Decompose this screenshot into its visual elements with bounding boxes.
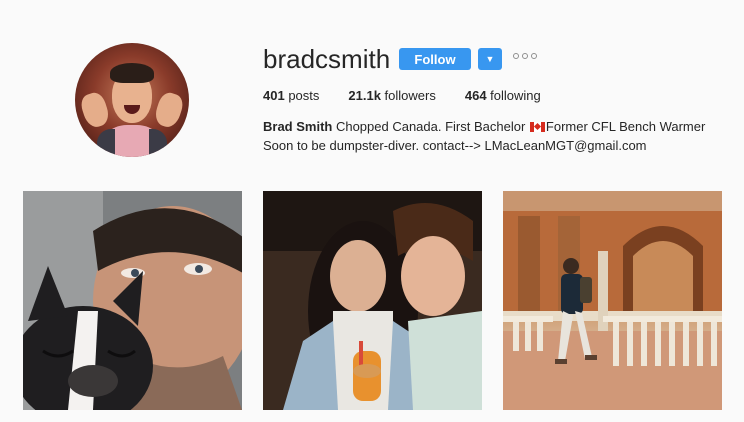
profile-bio: Brad Smith Chopped Canada. First Bachelo…	[263, 117, 723, 155]
avatar-vest-left	[97, 129, 115, 157]
more-dot	[513, 53, 519, 59]
post-3-image	[503, 191, 722, 410]
avatar-hand-left	[78, 90, 112, 130]
stat-followers[interactable]: 21.1k followers	[348, 88, 435, 103]
followers-count[interactable]: 21.1k	[348, 88, 381, 103]
bio-name: Brad Smith	[263, 119, 333, 134]
profile-username: bradcsmith	[263, 44, 391, 74]
bio-text-start: Chopped Canada. First Bachelor	[332, 119, 529, 134]
profile-avatar[interactable]	[75, 43, 189, 157]
follow-dropdown-button[interactable]: ▼	[478, 48, 502, 70]
post-1-image	[23, 191, 242, 410]
profile-stats: 401 posts 21.1k followers 464 following	[263, 88, 570, 103]
avatar-hair	[110, 63, 154, 83]
following-label[interactable]: following	[487, 88, 541, 103]
follow-button[interactable]: Follow	[399, 48, 471, 70]
avatar-hand-right	[152, 90, 186, 130]
canada-flag-icon	[529, 122, 545, 132]
following-count[interactable]: 464	[465, 88, 487, 103]
post-thumbnail-2[interactable]	[263, 191, 482, 410]
more-dot	[522, 53, 528, 59]
avatar-vest-right	[149, 129, 167, 157]
stat-posts: 401 posts	[263, 88, 319, 103]
more-dot	[531, 53, 537, 59]
more-options-icon[interactable]	[513, 53, 537, 59]
stat-following[interactable]: 464 following	[465, 88, 541, 103]
posts-label: posts	[284, 88, 320, 103]
post-2-image	[263, 191, 482, 410]
post-thumbnail-3[interactable]	[503, 191, 722, 410]
posts-count: 401	[263, 88, 285, 103]
post-thumbnail-1[interactable]	[23, 191, 242, 410]
followers-label[interactable]: followers	[381, 88, 436, 103]
chevron-down-icon: ▼	[485, 54, 495, 64]
